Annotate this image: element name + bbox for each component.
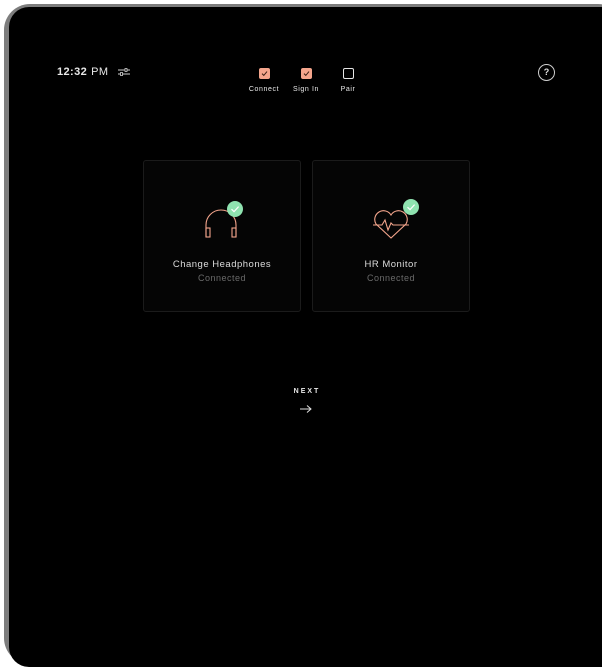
device-name: HR Monitor [364,259,418,270]
help-button[interactable]: ? [538,64,555,81]
step-pair-checkbox [342,68,354,79]
connected-check-icon [227,201,243,217]
device-card-icon [313,199,469,243]
setup-steps: Connect Sign In Pair [0,68,602,108]
device-card-icon [144,199,300,243]
arrow-right-icon [280,401,332,419]
check-icon [303,71,309,77]
device-status: Connected [366,273,416,283]
device-status: Connected [197,273,247,283]
check-icon [261,71,267,77]
step-connect-checkbox [258,68,270,79]
next-label: NEXT [293,388,321,395]
step-sign-in-checkbox [300,68,312,79]
next-button[interactable]: NEXT [280,388,332,424]
connected-check-icon [403,199,419,215]
device-name: Change Headphones [172,259,272,270]
device-card-headphones[interactable]: Change Headphones Connected [143,160,301,312]
step-pair[interactable]: Pair [318,68,378,93]
help-icon: ? [543,67,550,77]
device-card-hr-monitor[interactable]: HR Monitor Connected [312,160,470,312]
step-pair-label: Pair [340,86,356,93]
heart-rate-icon [373,210,409,239]
